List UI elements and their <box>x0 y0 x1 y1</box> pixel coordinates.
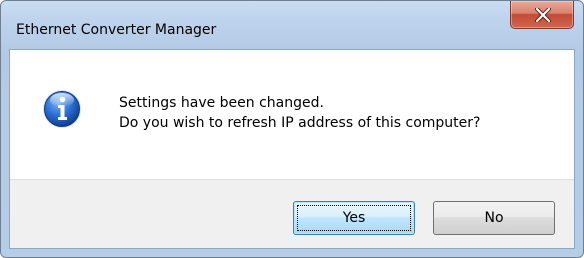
close-button[interactable] <box>510 1 574 29</box>
message-line-1: Settings have been changed. <box>119 95 324 111</box>
info-icon <box>43 90 81 128</box>
window-title: Ethernet Converter Manager <box>16 22 217 38</box>
yes-button-label: Yes <box>342 210 366 226</box>
dialog-client-area: Settings have been changed. Do you wish … <box>9 49 575 249</box>
dialog-message: Settings have been changed. Do you wish … <box>119 93 480 133</box>
dialog-window: Ethernet Converter Manager Settings have… <box>0 0 584 258</box>
close-icon <box>535 8 551 22</box>
button-bar: Yes No <box>10 179 574 248</box>
title-bar[interactable]: Ethernet Converter Manager <box>1 1 583 49</box>
no-button[interactable]: No <box>433 201 555 235</box>
message-line-2: Do you wish to refresh IP address of thi… <box>119 115 481 131</box>
message-area: Settings have been changed. Do you wish … <box>10 50 574 179</box>
yes-button[interactable]: Yes <box>293 201 415 235</box>
no-button-label: No <box>484 210 504 226</box>
